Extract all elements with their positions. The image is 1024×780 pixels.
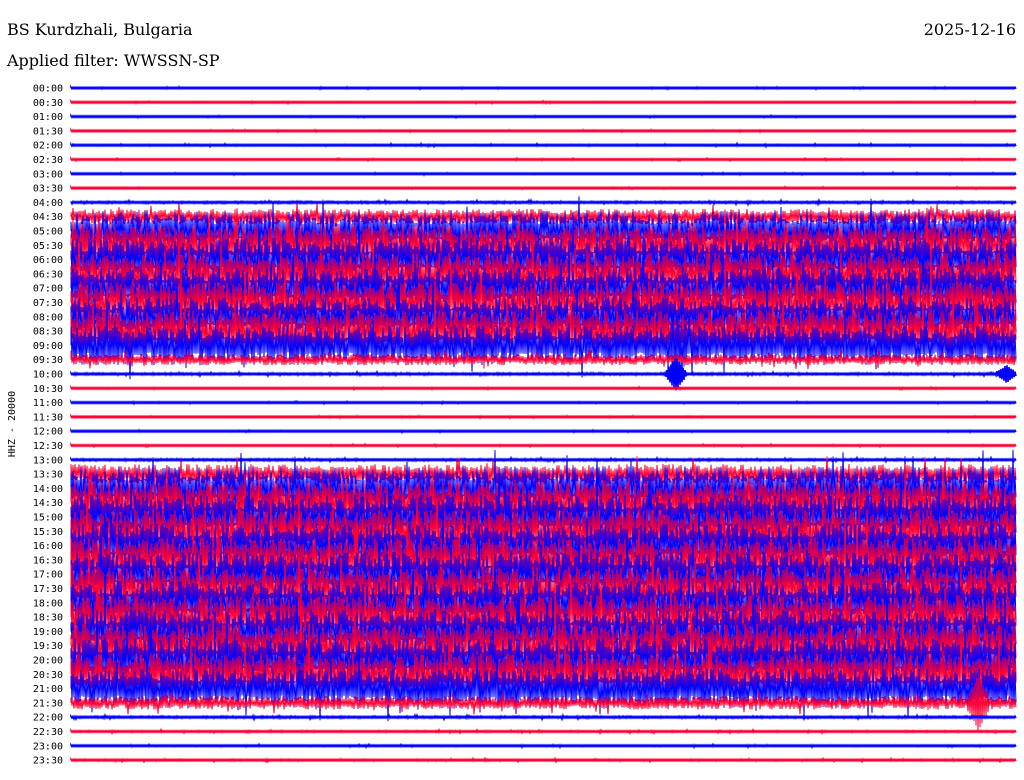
hour-label: 04:30 [33, 212, 63, 223]
hour-label: 06:00 [33, 255, 63, 266]
trace-line [70, 384, 1017, 392]
hour-label: 02:30 [33, 155, 63, 166]
hour-label: 11:30 [33, 412, 63, 423]
trace-group [70, 84, 1017, 764]
trace-line [70, 756, 1017, 764]
hour-label: 11:00 [33, 398, 63, 409]
trace-line [70, 155, 1017, 163]
hour-label: 18:00 [33, 598, 63, 609]
hour-label-group: 00:00 00:30 01:00 01:30 02:00 02:30 03:00 03:30… [33, 84, 63, 767]
hour-label: 17:00 [33, 570, 63, 581]
trace-line [70, 712, 1017, 722]
hour-label: 09:30 [33, 355, 63, 366]
trace-line [70, 184, 1017, 191]
hour-label: 16:00 [33, 541, 63, 552]
hour-label: 18:30 [33, 613, 63, 624]
hour-label: 13:00 [33, 455, 63, 466]
trace-line [70, 170, 1017, 177]
trace-line [70, 127, 1017, 134]
hour-label: 00:00 [33, 84, 63, 95]
hour-label: 12:30 [33, 441, 63, 452]
hour-label: 05:00 [33, 227, 63, 238]
hour-label: 23:30 [33, 756, 63, 767]
trace-line [70, 427, 1017, 435]
hour-label: 13:30 [33, 470, 63, 481]
trace-line [70, 727, 1017, 736]
hour-label: 23:00 [33, 741, 63, 752]
hour-label: 22:00 [33, 713, 63, 724]
hour-label: 20:00 [33, 656, 63, 667]
hour-label: 16:30 [33, 555, 63, 566]
hour-label: 01:00 [33, 112, 63, 123]
hour-label: 22:30 [33, 727, 63, 738]
helicorder-plot: 00:00 00:30 01:00 01:30 02:00 02:30 03:00 03:30… [7, 84, 1017, 767]
hour-label: 15:00 [33, 513, 63, 524]
hour-label: 19:30 [33, 641, 63, 652]
hour-label: 03:00 [33, 169, 63, 180]
hour-label: 20:30 [33, 670, 63, 681]
trace-line [70, 413, 1017, 420]
trace-line [70, 141, 1017, 149]
hour-label: 02:00 [33, 141, 63, 152]
hour-label: 06:30 [33, 269, 63, 280]
trace-line [70, 113, 1017, 120]
hour-label: 01:30 [33, 126, 63, 137]
hour-label: 10:30 [33, 384, 63, 395]
trace-line [70, 98, 1017, 106]
hour-label: 07:00 [33, 284, 63, 295]
hour-label: 03:30 [33, 184, 63, 195]
hour-label: 08:00 [33, 312, 63, 323]
hour-label: 00:30 [33, 98, 63, 109]
hour-label: 14:00 [33, 484, 63, 495]
trace-line [70, 455, 1017, 464]
trace-line [70, 441, 1017, 449]
hour-label: 17:30 [33, 584, 63, 595]
hour-label: 12:00 [33, 427, 63, 438]
hour-label: 21:30 [33, 698, 63, 709]
trace-line [70, 742, 1017, 750]
hour-label: 21:00 [33, 684, 63, 695]
hour-label: 14:30 [33, 498, 63, 509]
trace-line [70, 399, 1017, 406]
hour-label: 19:00 [33, 627, 63, 638]
hour-label: 04:00 [33, 198, 63, 209]
hour-label: 15:30 [33, 527, 63, 538]
hour-label: 07:30 [33, 298, 63, 309]
channel-label: HHZ - 20000 [7, 391, 18, 457]
hour-label: 09:00 [33, 341, 63, 352]
hour-label: 08:30 [33, 327, 63, 338]
trace-line [70, 197, 1017, 207]
trace-line [70, 84, 1017, 91]
hour-label: 10:00 [33, 370, 63, 381]
hour-label: 05:30 [33, 241, 63, 252]
